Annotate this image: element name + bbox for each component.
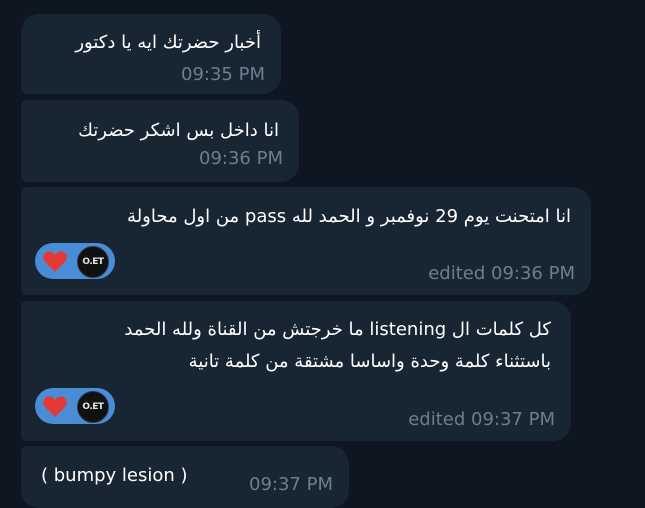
message-bubble[interactable]: انا امتحنت يوم 29 نوفمبر و الحمد لله pas…: [21, 187, 591, 295]
message-text: ( bumpy lesion ): [41, 465, 188, 486]
message-text: انا امتحنت يوم 29 نوفمبر و الحمد لله pas…: [127, 206, 571, 227]
reactor-avatar[interactable]: O.ET: [77, 246, 109, 278]
message-time: 09:35 PM: [181, 64, 265, 85]
reactions-pill[interactable]: O.ET: [35, 388, 115, 424]
message-bubble[interactable]: كل كلمات ال listening ما خرجتش من القناة…: [21, 301, 571, 441]
message-text: أخبار حضرتك ايه يا دكتور: [75, 32, 261, 53]
heart-icon: [41, 247, 69, 275]
message-time: edited 09:36 PM: [428, 263, 575, 284]
message-time: 09:36 PM: [199, 148, 283, 169]
message-text-line-1: كل كلمات ال listening ما خرجتش من القناة…: [124, 319, 551, 340]
message-bubble[interactable]: ( bumpy lesion ) 09:37 PM: [21, 446, 349, 508]
reactions-pill[interactable]: O.ET: [35, 243, 115, 279]
heart-icon: [41, 392, 69, 420]
message-text-line-2: باستثناء كلمة وحدة واساسا مشتقة من كلمة …: [188, 351, 551, 372]
reactor-avatar[interactable]: O.ET: [77, 391, 109, 423]
message-bubble[interactable]: أخبار حضرتك ايه يا دكتور 09:35 PM: [21, 14, 281, 94]
message-time: edited 09:37 PM: [408, 409, 555, 430]
message-bubble[interactable]: انا داخل بس اشكر حضرتك 09:36 PM: [21, 100, 299, 182]
message-text: انا داخل بس اشكر حضرتك: [78, 120, 279, 141]
message-time: 09:37 PM: [249, 474, 333, 495]
chat-area: أخبار حضرتك ايه يا دكتور 09:35 PM انا دا…: [0, 0, 645, 508]
